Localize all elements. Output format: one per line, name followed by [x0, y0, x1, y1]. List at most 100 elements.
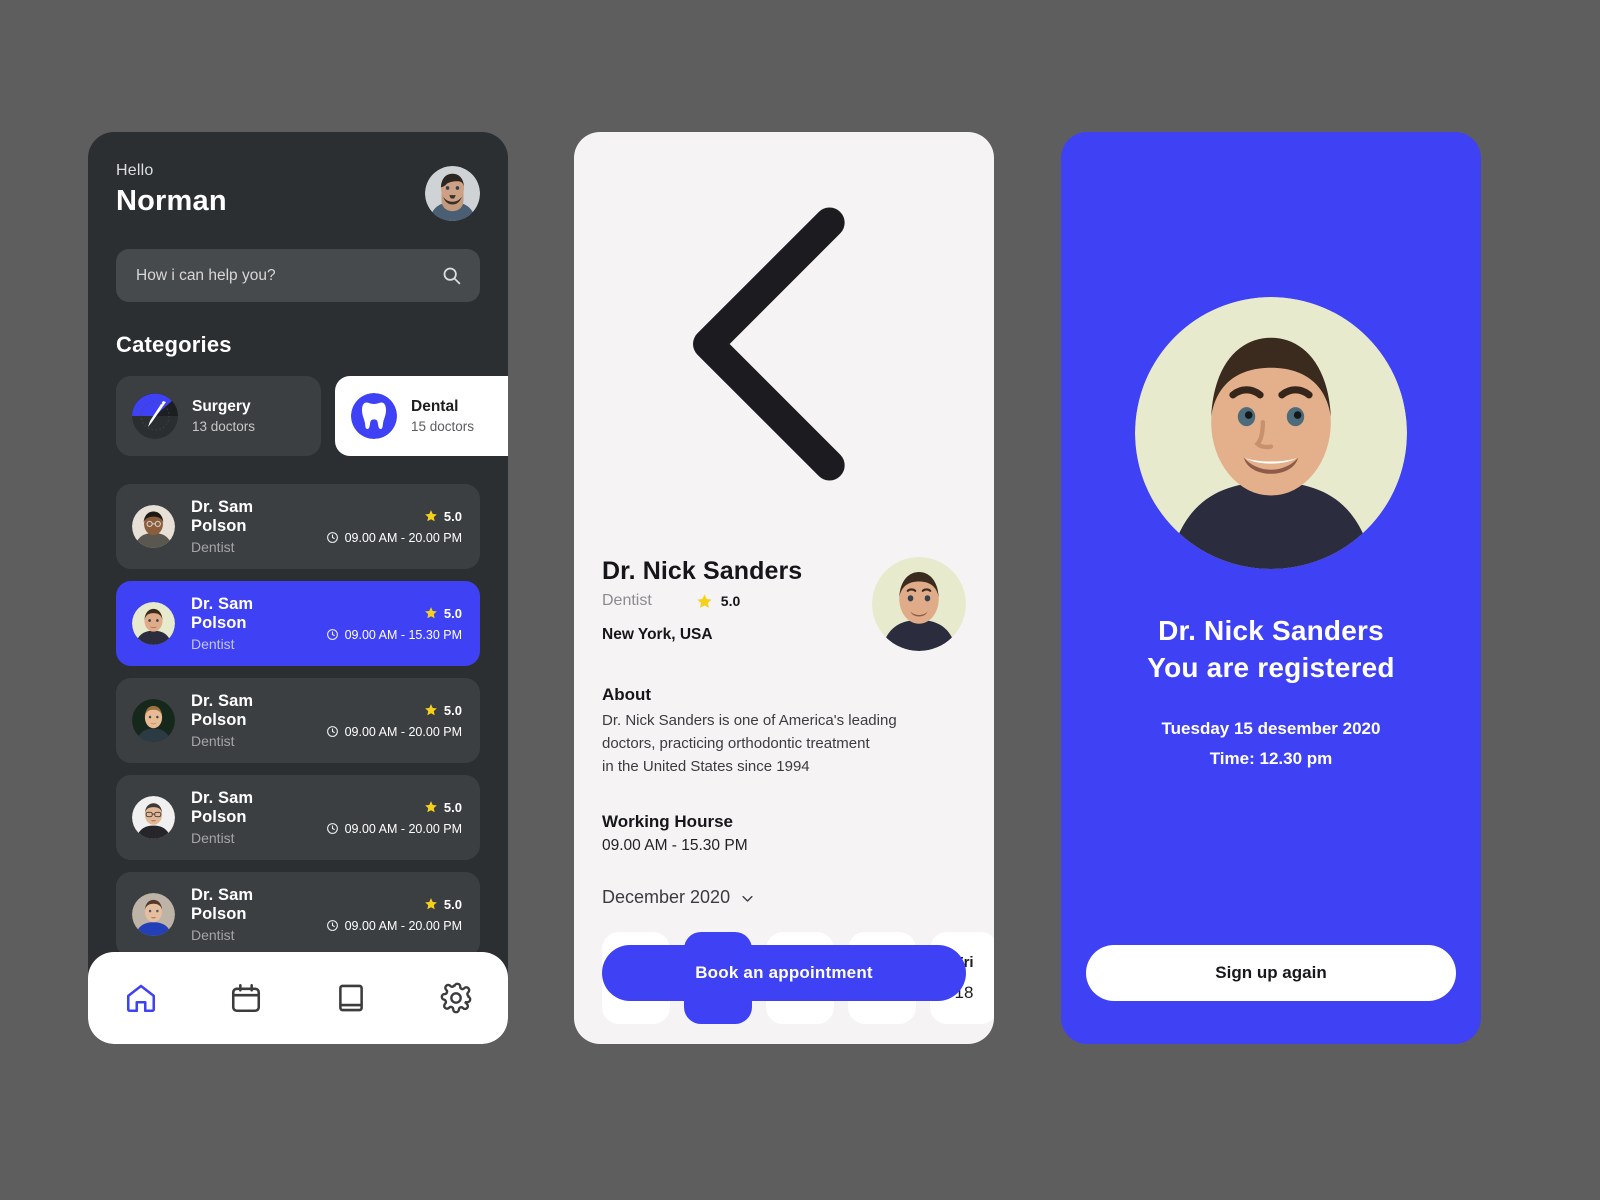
search-placeholder: How i can help you?: [136, 266, 276, 284]
doctor-location: New York, USA: [602, 626, 713, 643]
hours-value: 09.00 AM - 20.00 PM: [344, 918, 462, 933]
category-text-surgery: Surgery 13 doctors: [192, 397, 255, 436]
sign-up-again-button[interactable]: Sign up again: [1086, 945, 1456, 1001]
doctor-name: Dr. Sam Polson: [191, 692, 254, 729]
clock-icon: [326, 919, 339, 932]
doctor-list-item[interactable]: Dr. Sam Polson Dentist 5.0 09.00 AM - 15…: [116, 581, 480, 666]
hours-badge: 09.00 AM - 15.30 PM: [326, 628, 462, 642]
categories-row: Surgery 13 doctors Dental 15 doctors: [116, 376, 508, 456]
rating-badge: 5.0: [424, 703, 462, 718]
rating-value: 5.0: [443, 702, 462, 718]
detail-content: Dr. Nick Sanders Dentist 5.0 New York, U…: [574, 132, 994, 1044]
doctor-role: Dentist: [191, 539, 235, 555]
category-count: 13 doctors: [192, 418, 256, 434]
rating-badge: 5.0: [424, 606, 462, 621]
working-hours-title: Working Hourse: [602, 812, 733, 832]
category-card-surgery[interactable]: Surgery 13 doctors: [116, 376, 321, 456]
star-icon: [424, 897, 438, 911]
category-name: Surgery: [192, 397, 251, 415]
doctor-avatar: [132, 893, 175, 936]
rating-badge: 5.0: [424, 897, 462, 912]
book-icon[interactable]: [334, 981, 368, 1015]
rating-value: 5.0: [443, 605, 462, 621]
doctor-name: Dr. Nick Sanders: [602, 557, 803, 585]
doctor-info: Dr. Sam Polson Dentist: [191, 692, 310, 749]
user-name: Norman: [116, 185, 227, 217]
clock-icon: [326, 531, 339, 544]
hours-value: 09.00 AM - 20.00 PM: [344, 821, 462, 836]
scalpel-icon: [132, 393, 178, 439]
doctor-list: Dr. Sam Polson Dentist 5.0 09.00 AM - 20…: [116, 484, 480, 957]
doctor-avatar-large: [1135, 297, 1407, 569]
doctor-role: Dentist: [191, 830, 235, 846]
category-name: Dental: [411, 397, 459, 415]
confirmation-content: Dr. Nick Sanders You are registered Tues…: [1061, 132, 1481, 1044]
doctor-subline: Dentist 5.0: [602, 592, 802, 610]
home-icon[interactable]: [124, 981, 158, 1015]
clock-icon: [326, 628, 339, 641]
month-label: December 2020: [602, 887, 731, 908]
calendar-icon[interactable]: [229, 981, 263, 1015]
star-icon: [424, 509, 438, 523]
confirmation-title: Dr. Nick Sanders You are registered: [1147, 615, 1395, 683]
doctor-identity: Dr. Nick Sanders Dentist 5.0 New York, U…: [602, 557, 802, 644]
rating-badge: 5.0: [424, 800, 462, 815]
book-appointment-button[interactable]: Book an appointment: [602, 945, 966, 1001]
confirmation-time: Time: 12.30 pm: [1209, 748, 1333, 768]
star-icon: [424, 606, 438, 620]
doctor-name: Dr. Sam Polson: [191, 498, 254, 535]
about-title: About: [602, 685, 652, 704]
doctor-meta: 5.0 09.00 AM - 20.00 PM: [326, 703, 462, 739]
user-avatar[interactable]: [425, 166, 480, 221]
hours-badge: 09.00 AM - 20.00 PM: [326, 822, 462, 836]
chevron-left-icon[interactable]: [602, 207, 966, 530]
search-input[interactable]: How i can help you?: [116, 249, 480, 302]
phone-home-screen: Hello Norman How i can help you? Categor…: [88, 132, 508, 1044]
doctor-list-item[interactable]: Dr. Sam Polson Dentist 5.0 09.00 AM - 20…: [116, 775, 480, 860]
doctor-avatar: [132, 699, 175, 742]
doctor-list-item[interactable]: Dr. Sam Polson Dentist 5.0 09.00 AM - 20…: [116, 484, 480, 569]
category-text-dental: Dental 15 doctors: [411, 397, 474, 436]
clock-icon: [326, 725, 339, 738]
about-text: Dr. Nick Sanders is one of America's lea…: [602, 712, 897, 775]
gear-icon[interactable]: [439, 981, 473, 1015]
greeting-block: Hello Norman: [116, 162, 227, 218]
category-card-dental[interactable]: Dental 15 doctors: [335, 376, 508, 456]
doctor-list-item[interactable]: Dr. Sam Polson Dentist 5.0 09.00 AM - 20…: [116, 678, 480, 763]
hours-badge: 09.00 AM - 20.00 PM: [326, 919, 462, 933]
category-count: 15 doctors: [411, 418, 475, 434]
doctor-role: Dentist: [191, 636, 235, 652]
star-icon: [424, 800, 438, 814]
doctor-name: Dr. Sam Polson: [191, 789, 254, 826]
chevron-down-icon[interactable]: [740, 890, 755, 905]
screenshot-stage: Hello Norman How i can help you? Categor…: [0, 0, 1600, 1200]
doctor-info: Dr. Sam Polson Dentist: [191, 886, 310, 943]
search-icon[interactable]: [441, 265, 462, 286]
categories-title: Categories: [116, 332, 232, 357]
tooth-icon: [351, 393, 397, 439]
hours-value: 09.00 AM - 15.30 PM: [344, 627, 462, 642]
doctor-avatar: [872, 557, 966, 651]
doctor-role: Dentist: [191, 927, 235, 943]
rating-badge: 5.0: [424, 509, 462, 524]
doctor-list-item[interactable]: Dr. Sam Polson Dentist 5.0 09.00 AM - 20…: [116, 872, 480, 957]
rating-badge: 5.0: [696, 593, 740, 610]
star-icon: [424, 703, 438, 717]
confirmation-date: Tuesday 15 desember 2020: [1161, 718, 1381, 738]
clock-icon: [326, 822, 339, 835]
month-selector[interactable]: December 2020: [602, 887, 966, 908]
greeting-label: Hello: [116, 162, 154, 179]
rating-value: 5.0: [443, 799, 462, 815]
doctor-avatar: [132, 505, 175, 548]
hours-badge: 09.00 AM - 20.00 PM: [326, 725, 462, 739]
doctor-meta: 5.0 09.00 AM - 20.00 PM: [326, 509, 462, 545]
home-header: Hello Norman: [88, 132, 508, 221]
doctor-role: Dentist: [191, 733, 235, 749]
hours-value: 09.00 AM - 20.00 PM: [344, 724, 462, 739]
rating-value: 5.0: [720, 593, 741, 609]
doctor-name: Dr. Sam Polson: [191, 595, 254, 632]
doctor-header: Dr. Nick Sanders Dentist 5.0 New York, U…: [602, 557, 966, 651]
doctor-avatar: [132, 796, 175, 839]
doctor-info: Dr. Sam Polson Dentist: [191, 498, 310, 555]
doctor-role: Dentist: [602, 592, 652, 609]
